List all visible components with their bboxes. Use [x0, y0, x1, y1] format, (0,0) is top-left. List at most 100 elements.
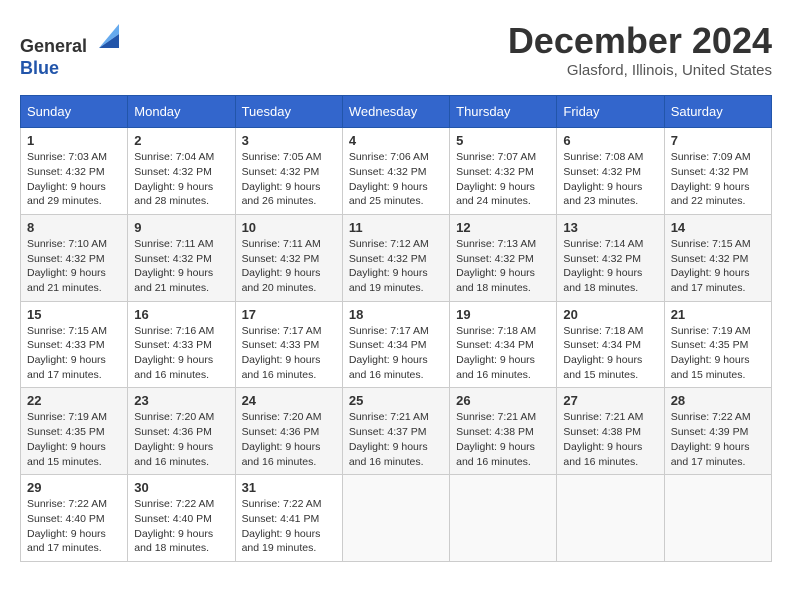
- day-info: Sunrise: 7:21 AM Sunset: 4:37 PM Dayligh…: [349, 411, 429, 467]
- day-info: Sunrise: 7:19 AM Sunset: 4:35 PM Dayligh…: [671, 325, 751, 381]
- weekday-header-tuesday: Tuesday: [235, 96, 342, 128]
- day-number: 14: [671, 220, 765, 235]
- day-info: Sunrise: 7:03 AM Sunset: 4:32 PM Dayligh…: [27, 151, 107, 207]
- day-info: Sunrise: 7:05 AM Sunset: 4:32 PM Dayligh…: [242, 151, 322, 207]
- day-number: 22: [27, 393, 121, 408]
- page-header: General Blue December 2024 Glasford, Ill…: [20, 20, 772, 79]
- calendar-cell: 26 Sunrise: 7:21 AM Sunset: 4:38 PM Dayl…: [450, 388, 557, 475]
- day-number: 17: [242, 307, 336, 322]
- day-info: Sunrise: 7:08 AM Sunset: 4:32 PM Dayligh…: [563, 151, 643, 207]
- calendar-cell: 8 Sunrise: 7:10 AM Sunset: 4:32 PM Dayli…: [21, 214, 128, 301]
- calendar-cell: 17 Sunrise: 7:17 AM Sunset: 4:33 PM Dayl…: [235, 301, 342, 388]
- day-number: 15: [27, 307, 121, 322]
- day-number: 25: [349, 393, 443, 408]
- calendar-cell: 15 Sunrise: 7:15 AM Sunset: 4:33 PM Dayl…: [21, 301, 128, 388]
- day-info: Sunrise: 7:11 AM Sunset: 4:32 PM Dayligh…: [134, 238, 213, 294]
- day-info: Sunrise: 7:22 AM Sunset: 4:41 PM Dayligh…: [242, 498, 322, 554]
- day-info: Sunrise: 7:18 AM Sunset: 4:34 PM Dayligh…: [563, 325, 643, 381]
- calendar-cell: 25 Sunrise: 7:21 AM Sunset: 4:37 PM Dayl…: [342, 388, 449, 475]
- weekday-header-row: SundayMondayTuesdayWednesdayThursdayFrid…: [21, 96, 772, 128]
- day-number: 11: [349, 220, 443, 235]
- calendar-cell: 24 Sunrise: 7:20 AM Sunset: 4:36 PM Dayl…: [235, 388, 342, 475]
- calendar-week-1: 1 Sunrise: 7:03 AM Sunset: 4:32 PM Dayli…: [21, 128, 772, 215]
- calendar-cell: 28 Sunrise: 7:22 AM Sunset: 4:39 PM Dayl…: [664, 388, 771, 475]
- day-number: 2: [134, 133, 228, 148]
- day-number: 29: [27, 480, 121, 495]
- day-info: Sunrise: 7:11 AM Sunset: 4:32 PM Dayligh…: [242, 238, 321, 294]
- day-info: Sunrise: 7:04 AM Sunset: 4:32 PM Dayligh…: [134, 151, 214, 207]
- title-area: December 2024 Glasford, Illinois, United…: [508, 20, 772, 79]
- day-number: 21: [671, 307, 765, 322]
- day-info: Sunrise: 7:13 AM Sunset: 4:32 PM Dayligh…: [456, 238, 536, 294]
- day-number: 9: [134, 220, 228, 235]
- calendar-cell: 22 Sunrise: 7:19 AM Sunset: 4:35 PM Dayl…: [21, 388, 128, 475]
- calendar-week-2: 8 Sunrise: 7:10 AM Sunset: 4:32 PM Dayli…: [21, 214, 772, 301]
- calendar-cell: 20 Sunrise: 7:18 AM Sunset: 4:34 PM Dayl…: [557, 301, 664, 388]
- calendar-cell: 16 Sunrise: 7:16 AM Sunset: 4:33 PM Dayl…: [128, 301, 235, 388]
- calendar-cell: 10 Sunrise: 7:11 AM Sunset: 4:32 PM Dayl…: [235, 214, 342, 301]
- calendar-cell: 18 Sunrise: 7:17 AM Sunset: 4:34 PM Dayl…: [342, 301, 449, 388]
- day-info: Sunrise: 7:07 AM Sunset: 4:32 PM Dayligh…: [456, 151, 536, 207]
- day-info: Sunrise: 7:20 AM Sunset: 4:36 PM Dayligh…: [134, 411, 214, 467]
- logo-icon: [91, 20, 123, 52]
- day-number: 31: [242, 480, 336, 495]
- calendar-week-5: 29 Sunrise: 7:22 AM Sunset: 4:40 PM Dayl…: [21, 475, 772, 562]
- calendar-cell: [450, 475, 557, 562]
- day-number: 27: [563, 393, 657, 408]
- calendar-cell: 13 Sunrise: 7:14 AM Sunset: 4:32 PM Dayl…: [557, 214, 664, 301]
- calendar-cell: 9 Sunrise: 7:11 AM Sunset: 4:32 PM Dayli…: [128, 214, 235, 301]
- calendar-cell: 14 Sunrise: 7:15 AM Sunset: 4:32 PM Dayl…: [664, 214, 771, 301]
- day-info: Sunrise: 7:18 AM Sunset: 4:34 PM Dayligh…: [456, 325, 536, 381]
- calendar-cell: 27 Sunrise: 7:21 AM Sunset: 4:38 PM Dayl…: [557, 388, 664, 475]
- calendar-cell: 23 Sunrise: 7:20 AM Sunset: 4:36 PM Dayl…: [128, 388, 235, 475]
- day-number: 4: [349, 133, 443, 148]
- calendar-cell: 12 Sunrise: 7:13 AM Sunset: 4:32 PM Dayl…: [450, 214, 557, 301]
- logo: General Blue: [20, 20, 123, 79]
- day-info: Sunrise: 7:21 AM Sunset: 4:38 PM Dayligh…: [563, 411, 643, 467]
- day-number: 16: [134, 307, 228, 322]
- calendar-cell: 4 Sunrise: 7:06 AM Sunset: 4:32 PM Dayli…: [342, 128, 449, 215]
- day-number: 5: [456, 133, 550, 148]
- day-number: 20: [563, 307, 657, 322]
- day-info: Sunrise: 7:12 AM Sunset: 4:32 PM Dayligh…: [349, 238, 429, 294]
- calendar-cell: 1 Sunrise: 7:03 AM Sunset: 4:32 PM Dayli…: [21, 128, 128, 215]
- calendar-week-4: 22 Sunrise: 7:19 AM Sunset: 4:35 PM Dayl…: [21, 388, 772, 475]
- day-number: 3: [242, 133, 336, 148]
- weekday-header-thursday: Thursday: [450, 96, 557, 128]
- calendar-cell: [664, 475, 771, 562]
- day-info: Sunrise: 7:15 AM Sunset: 4:32 PM Dayligh…: [671, 238, 751, 294]
- calendar-cell: [557, 475, 664, 562]
- day-info: Sunrise: 7:22 AM Sunset: 4:40 PM Dayligh…: [27, 498, 107, 554]
- day-number: 30: [134, 480, 228, 495]
- day-number: 7: [671, 133, 765, 148]
- weekday-header-friday: Friday: [557, 96, 664, 128]
- calendar-cell: [342, 475, 449, 562]
- logo-blue: Blue: [20, 58, 59, 78]
- day-info: Sunrise: 7:09 AM Sunset: 4:32 PM Dayligh…: [671, 151, 751, 207]
- day-info: Sunrise: 7:19 AM Sunset: 4:35 PM Dayligh…: [27, 411, 107, 467]
- day-number: 28: [671, 393, 765, 408]
- day-number: 23: [134, 393, 228, 408]
- day-number: 26: [456, 393, 550, 408]
- calendar-cell: 29 Sunrise: 7:22 AM Sunset: 4:40 PM Dayl…: [21, 475, 128, 562]
- calendar-cell: 2 Sunrise: 7:04 AM Sunset: 4:32 PM Dayli…: [128, 128, 235, 215]
- calendar-cell: 7 Sunrise: 7:09 AM Sunset: 4:32 PM Dayli…: [664, 128, 771, 215]
- day-number: 10: [242, 220, 336, 235]
- calendar-table: SundayMondayTuesdayWednesdayThursdayFrid…: [20, 95, 772, 562]
- calendar-cell: 3 Sunrise: 7:05 AM Sunset: 4:32 PM Dayli…: [235, 128, 342, 215]
- day-info: Sunrise: 7:22 AM Sunset: 4:39 PM Dayligh…: [671, 411, 751, 467]
- day-info: Sunrise: 7:21 AM Sunset: 4:38 PM Dayligh…: [456, 411, 536, 467]
- calendar-cell: 21 Sunrise: 7:19 AM Sunset: 4:35 PM Dayl…: [664, 301, 771, 388]
- calendar-title: December 2024: [508, 20, 772, 62]
- day-number: 12: [456, 220, 550, 235]
- day-number: 8: [27, 220, 121, 235]
- day-number: 18: [349, 307, 443, 322]
- day-number: 13: [563, 220, 657, 235]
- day-info: Sunrise: 7:22 AM Sunset: 4:40 PM Dayligh…: [134, 498, 214, 554]
- calendar-cell: 30 Sunrise: 7:22 AM Sunset: 4:40 PM Dayl…: [128, 475, 235, 562]
- calendar-cell: 5 Sunrise: 7:07 AM Sunset: 4:32 PM Dayli…: [450, 128, 557, 215]
- calendar-cell: 31 Sunrise: 7:22 AM Sunset: 4:41 PM Dayl…: [235, 475, 342, 562]
- day-number: 19: [456, 307, 550, 322]
- calendar-week-3: 15 Sunrise: 7:15 AM Sunset: 4:33 PM Dayl…: [21, 301, 772, 388]
- day-number: 1: [27, 133, 121, 148]
